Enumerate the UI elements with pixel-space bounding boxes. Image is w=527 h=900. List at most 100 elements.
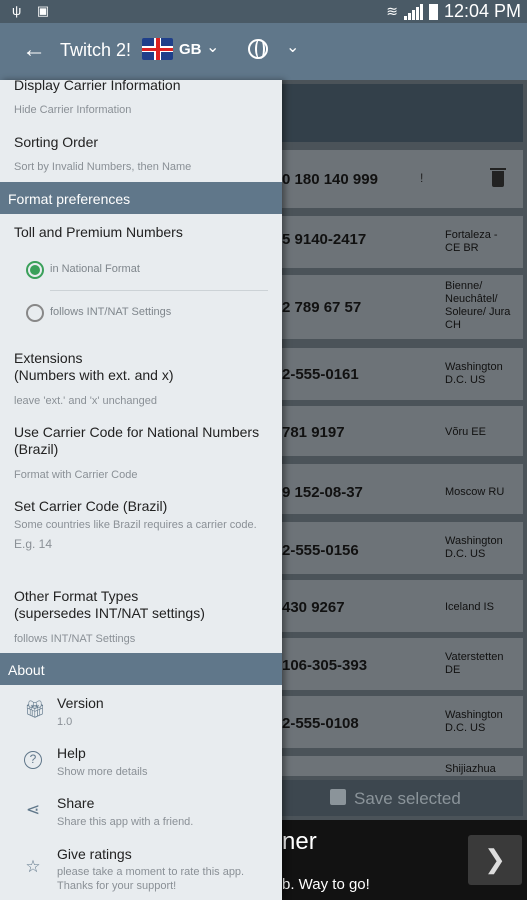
radio-follows-settings[interactable] [26, 304, 44, 322]
location: Moscow RU [445, 486, 505, 498]
radio-label: in National Format [50, 263, 140, 275]
chevron-down-icon[interactable]: ⌄ [206, 37, 219, 57]
search-bar[interactable] [282, 84, 523, 142]
pref-title-line2: (Numbers with ext. and x) [14, 367, 174, 383]
ad-headline: ner [282, 828, 317, 855]
pref-title: Extensions [14, 350, 83, 366]
phone-number: 2-555-0161 [282, 366, 359, 383]
phone-number: 2 789 67 57 [282, 299, 362, 316]
pref-carrier-code[interactable]: Use Carrier Code for National Numbers (B… [14, 424, 274, 482]
pref-title-line2: (supersedes INT/NAT settings) [14, 605, 205, 621]
country-code[interactable]: GB [179, 41, 202, 58]
pref-set-carrier-code[interactable]: Set Carrier Code (Brazil) Some countries… [14, 498, 274, 551]
list-item[interactable]: 430 9267 Iceland IS [282, 580, 523, 632]
about-rate[interactable]: Give ratings please take a moment to rat… [57, 846, 277, 893]
ad-banner[interactable]: ner b. Way to go! ❯ [282, 820, 527, 900]
save-selected-button[interactable]: Save selected [282, 780, 523, 816]
about-title: Give ratings [57, 846, 132, 862]
list-item[interactable]: 106-305-393 Vaterstetten DE [282, 638, 523, 690]
list-item[interactable]: 781 9197 Võru EE [282, 406, 523, 456]
section-format-preferences: Format preferences [0, 182, 282, 214]
help-icon: ? [24, 751, 42, 769]
status-bar: ψ ▣ ≋ 12:04 PM [0, 0, 527, 23]
pref-title: Use Carrier Code for National Numbers [14, 424, 260, 440]
radio-label: follows INT/NAT Settings [50, 306, 172, 318]
pref-summary: Format with Carrier Code [14, 469, 138, 481]
pref-title: Display Carrier Information [14, 80, 181, 93]
pref-summary: Hide Carrier Information [14, 104, 132, 116]
signal-icon [403, 3, 423, 20]
pref-other-format[interactable]: Other Format Types (supersedes INT/NAT s… [14, 588, 274, 646]
location: Võru EE [445, 426, 486, 438]
pref-value: E.g. 14 [14, 537, 53, 551]
phone-number: 0 180 140 999 [282, 171, 378, 188]
pref-title: Other Format Types [14, 588, 139, 604]
pref-summary: leave 'ext.' and 'x' unchanged [14, 395, 157, 407]
pref-title-line2: (Brazil) [14, 441, 59, 457]
location: Iceland IS [445, 601, 494, 613]
save-icon [330, 789, 346, 805]
save-label: Save selected [354, 789, 461, 808]
pref-toll-premium: Toll and Premium Numbers [14, 224, 274, 241]
phone-number: 2-555-0108 [282, 715, 359, 732]
pref-title: Sorting Order [14, 134, 99, 150]
app-bar: ← Twitch 2! GB ⌄ ⌄ [0, 23, 527, 80]
list-item[interactable]: 9 152-08-37 Moscow RU [282, 464, 523, 514]
divider [50, 290, 268, 291]
trash-icon[interactable] [490, 168, 506, 187]
location: Washington D.C. US [445, 535, 503, 560]
phone-number: 106-305-393 [282, 657, 368, 674]
list-item[interactable]: 2-555-0108 Washington D.C. US [282, 696, 523, 748]
clock: 12:04 PM [443, 1, 521, 21]
phone-number: 5 9140-2417 [282, 231, 367, 248]
wifi-icon: ≋ [386, 3, 398, 19]
phone-number: 9 152-08-37 [282, 484, 363, 501]
list-item[interactable]: 0 180 140 999 ! [282, 150, 523, 208]
about-summary-line2: Thanks for your support! [57, 880, 177, 892]
location: Bienne/ Neuchâtel/ Soleure/ Jura CH [445, 280, 511, 331]
chevron-right-icon[interactable]: ❯ [468, 835, 522, 885]
location: Vaterstetten DE [445, 651, 504, 676]
pref-summary: follows INT/NAT Settings [14, 633, 136, 645]
list-item[interactable]: Shijiazhua [282, 756, 523, 776]
warning-mark: ! [420, 171, 424, 185]
phone-number: 781 9197 [282, 424, 345, 441]
list-item[interactable]: 5 9140-2417 Fortaleza - CE BR [282, 216, 523, 268]
app-title: Twitch 2! [60, 40, 132, 60]
about-title: Help [57, 745, 86, 761]
list-item[interactable]: 2-555-0156 Washington D.C. US [282, 522, 523, 574]
about-help[interactable]: Help Show more details [57, 745, 277, 779]
uk-flag-icon[interactable] [142, 38, 173, 60]
location: Washington D.C. US [445, 361, 503, 386]
about-summary: 1.0 [57, 716, 73, 728]
about-title: Version [57, 695, 104, 711]
number-list: 0 180 140 999 ! 5 9140-2417 Fortaleza - … [282, 80, 527, 820]
section-about: About [0, 653, 282, 685]
pref-display-carrier[interactable]: Display Carrier Information Hide Carrier… [14, 80, 274, 117]
radio-national-format[interactable] [26, 261, 44, 279]
chevron-down-icon[interactable]: ⌄ [286, 37, 299, 57]
list-item[interactable]: 2-555-0161 Washington D.C. US [282, 348, 523, 400]
star-icon: ☆ [25, 857, 41, 876]
about-share[interactable]: Share Share this app with a friend. [57, 795, 277, 829]
list-item[interactable]: 2 789 67 57 Bienne/ Neuchâtel/ Soleure/ … [282, 275, 523, 339]
pref-summary: Sort by Invalid Numbers, then Name [14, 161, 192, 173]
pref-title: Toll and Premium Numbers [14, 224, 183, 240]
about-summary: please take a moment to rate this app. [57, 866, 245, 878]
pref-extensions[interactable]: Extensions (Numbers with ext. and x) lea… [14, 350, 274, 408]
pref-summary: Some countries like Brazil requires a ca… [14, 519, 257, 531]
about-title: Share [57, 795, 95, 811]
pref-sorting-order[interactable]: Sorting Order Sort by Invalid Numbers, t… [14, 134, 274, 174]
battery-icon [428, 3, 438, 20]
phone-number: 2-555-0156 [282, 542, 359, 559]
about-summary: Show more details [57, 766, 148, 778]
about-summary: Share this app with a friend. [57, 816, 194, 828]
location: Washington D.C. US [445, 709, 503, 734]
about-version[interactable]: Version 1.0 [57, 695, 277, 729]
globe-icon[interactable] [248, 39, 268, 59]
ad-text: b. Way to go! [282, 876, 370, 893]
phone-number: 430 9267 [282, 599, 345, 616]
pref-title: Set Carrier Code (Brazil) [14, 498, 168, 514]
back-arrow-icon[interactable]: ← [22, 36, 46, 64]
notification-icons: ψ ▣ [12, 3, 56, 18]
